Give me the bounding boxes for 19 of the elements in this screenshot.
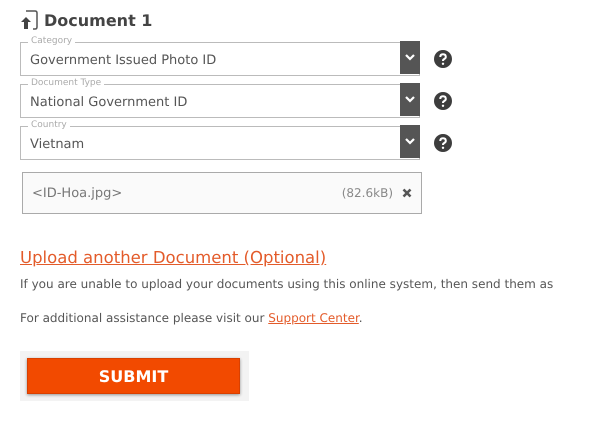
- chevron-down-icon: [400, 83, 420, 116]
- instruction-text: If you are unable to upload your documents using this online system, then send them as: [20, 277, 554, 291]
- file-size: (82.6kB): [342, 186, 393, 200]
- upload-another-link[interactable]: Upload another Document (Optional): [20, 248, 326, 267]
- field-label: Category: [28, 35, 76, 47]
- remove-icon[interactable]: [402, 188, 412, 198]
- submit-button[interactable]: SUBMIT: [27, 358, 240, 394]
- support-center-link[interactable]: Support Center: [268, 311, 359, 325]
- assistance-text: For additional assistance please visit our Support Center.: [20, 311, 364, 325]
- chevron-down-icon: [400, 41, 420, 74]
- upload-icon: [20, 10, 38, 30]
- file-name: <ID-Hoa.jpg>: [32, 186, 124, 200]
- help-icon[interactable]: [434, 134, 452, 152]
- chevron-down-icon: [400, 125, 420, 158]
- field-label: Country: [28, 119, 70, 131]
- help-icon[interactable]: [434, 92, 452, 110]
- help-icon[interactable]: [434, 50, 452, 68]
- section-heading: Document 1: [44, 10, 152, 30]
- field-label: Document Type: [28, 77, 104, 89]
